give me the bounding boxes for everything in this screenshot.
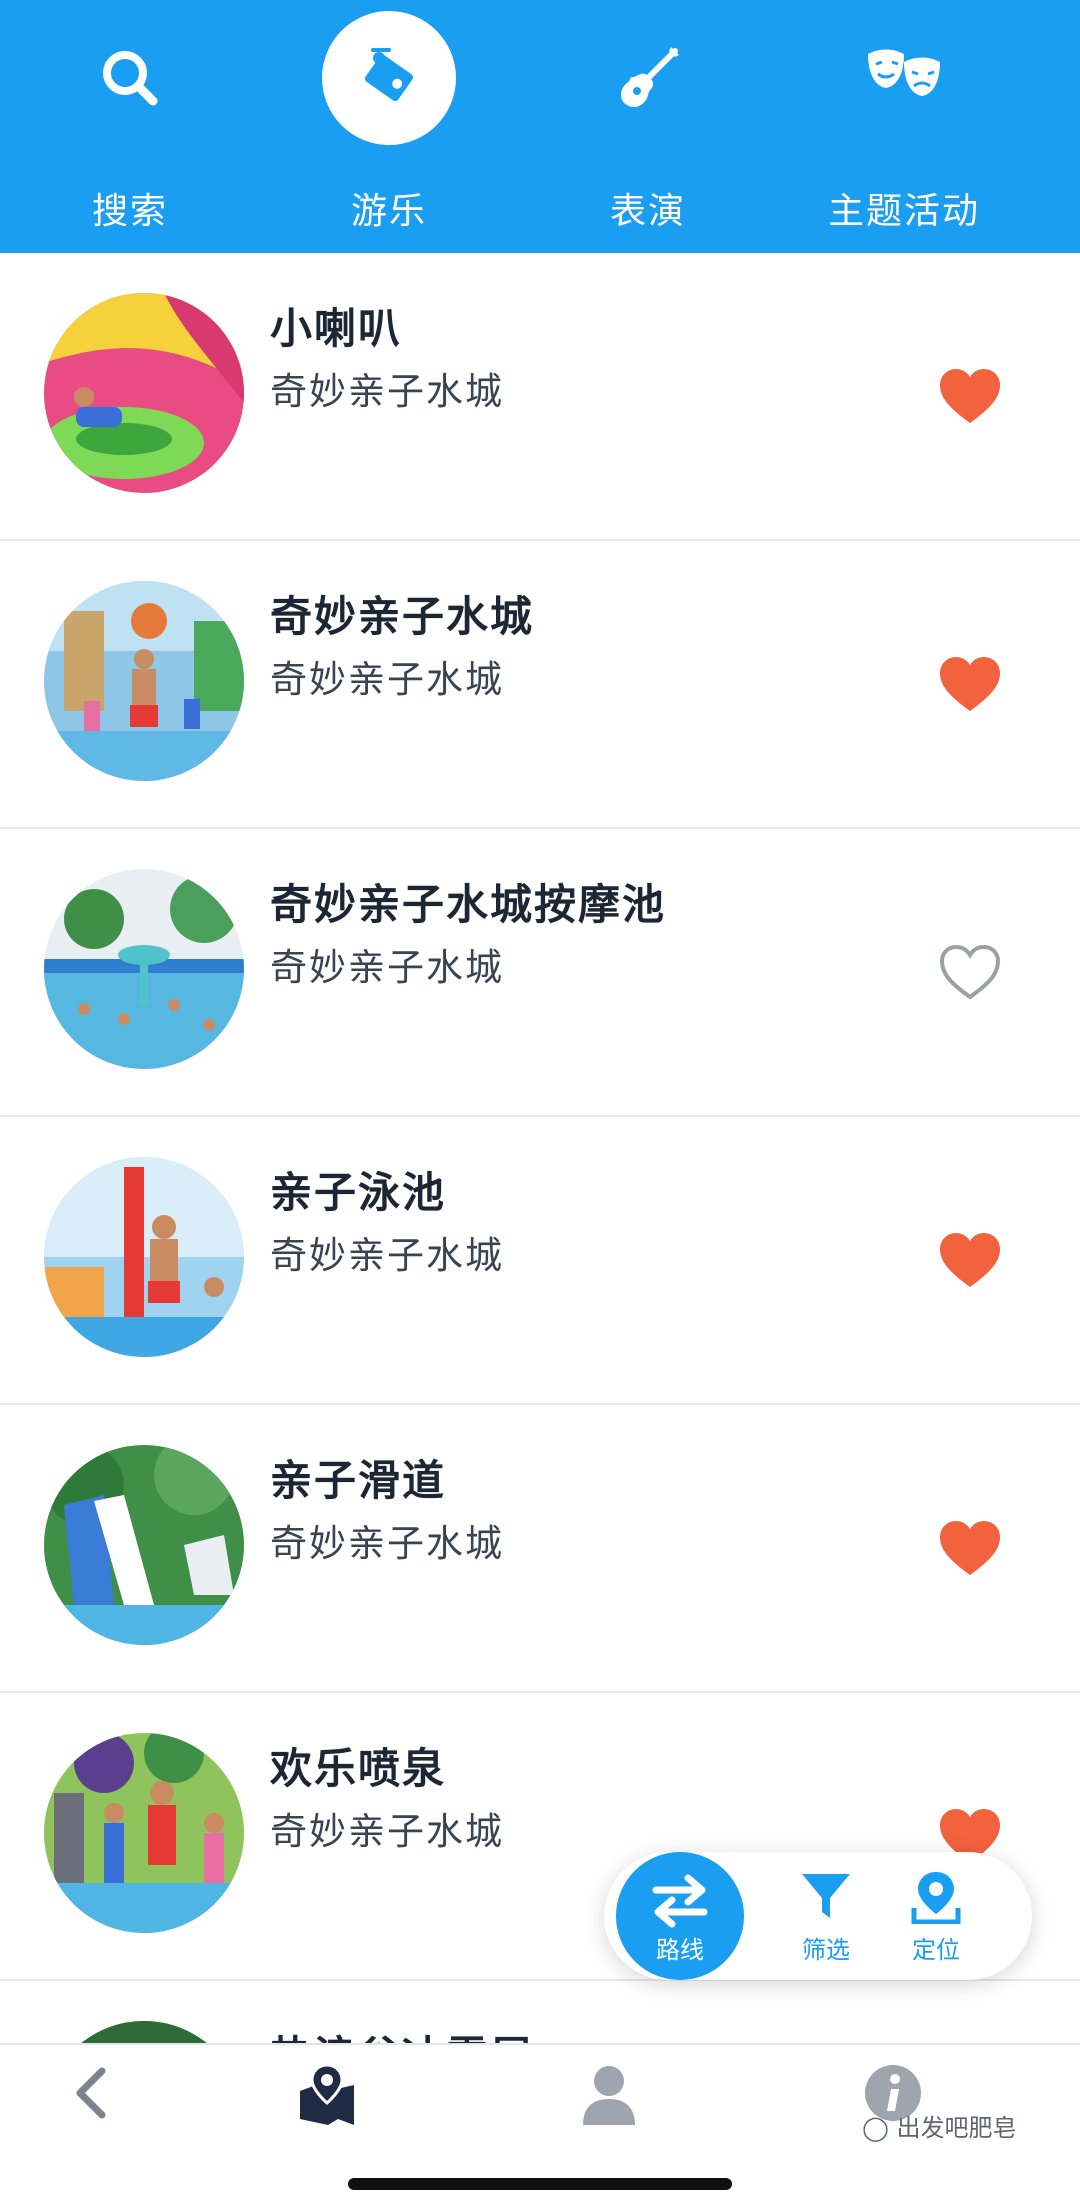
route-swap-icon: [652, 1874, 708, 1928]
wechat-icon: ◯: [862, 2114, 889, 2142]
chevron-left-icon: [76, 2067, 106, 2119]
ride-tag-icon: [365, 48, 413, 102]
list-item[interactable]: 奇妙亲子水城按摩池 奇妙亲子水城: [0, 829, 1080, 1117]
list-item[interactable]: 亲子滑道 奇妙亲子水城: [0, 1405, 1080, 1693]
user-icon: [583, 2066, 635, 2125]
attraction-area: 奇妙亲子水城: [270, 946, 504, 989]
route-button[interactable]: 路线: [616, 1852, 744, 1980]
search-icon: [103, 51, 158, 106]
attraction-area: 奇妙亲子水城: [270, 1810, 504, 1853]
favorite-heart-icon[interactable]: [938, 655, 1002, 715]
tab-map[interactable]: [272, 2063, 382, 2143]
list-item[interactable]: 小喇叭 奇妙亲子水城: [0, 253, 1080, 541]
theater-masks-icon: [868, 49, 940, 96]
tab-rides-label: 游乐: [350, 191, 427, 232]
tab-rides[interactable]: 游乐: [259, 0, 519, 253]
attraction-area: 奇妙亲子水城: [270, 370, 504, 413]
watermark-label: 出发吧肥皂: [896, 2114, 1017, 2142]
tab-theme-events-label: 主题活动: [827, 191, 980, 232]
attraction-title: 奇妙亲子水城: [270, 592, 535, 641]
favorite-heart-icon[interactable]: [938, 367, 1002, 427]
favorite-heart-icon[interactable]: [938, 1231, 1002, 1291]
home-indicator[interactable]: [348, 2178, 732, 2190]
attraction-area: 奇妙亲子水城: [270, 1522, 504, 1565]
favorite-heart-icon[interactable]: [938, 1519, 1002, 1579]
location-pin-icon: [911, 1872, 961, 1924]
attraction-area: 奇妙亲子水城: [270, 1234, 504, 1277]
attraction-thumbnail: [44, 1157, 244, 1357]
tab-profile[interactable]: [554, 2063, 664, 2143]
list-item[interactable]: 亲子泳池 奇妙亲子水城: [0, 1117, 1080, 1405]
attraction-thumbnail: [44, 869, 244, 1069]
attraction-title: 亲子泳池: [270, 1168, 447, 1217]
list-item[interactable]: 奇妙亲子水城 奇妙亲子水城: [0, 541, 1080, 829]
attraction-title: 欢乐喷泉: [270, 1744, 447, 1793]
guitar-icon: [621, 47, 679, 108]
locate-button[interactable]: 定位: [886, 1870, 986, 1970]
attraction-thumbnail: [44, 293, 244, 493]
tab-search[interactable]: 搜索: [0, 0, 260, 253]
attraction-area: 奇妙亲子水城: [270, 658, 504, 701]
map-pin-icon: [300, 2063, 354, 2125]
attraction-title: 奇妙亲子水城按摩池: [270, 880, 667, 929]
attraction-thumbnail: [44, 1445, 244, 1645]
attraction-title: 亲子滑道: [270, 1456, 447, 1505]
attraction-title: 热浪谷冰雪屋: [270, 2023, 534, 2043]
tab-shows[interactable]: 表演: [518, 0, 778, 253]
filter-button-label: 筛选: [802, 1936, 850, 1964]
list-item[interactable]: 热浪谷冰雪屋: [0, 1981, 1080, 2043]
top-navigation: 搜索 游乐 表演 主题活动: [0, 0, 1080, 253]
route-button-label: 路线: [656, 1936, 704, 1964]
attraction-list: 小喇叭 奇妙亲子水城 奇妙亲子水城 奇妙亲子水城 奇妙亲子水城按摩池 奇妙亲子水…: [0, 253, 1080, 2043]
locate-button-label: 定位: [912, 1936, 960, 1964]
tab-shows-label: 表演: [609, 191, 686, 232]
back-button[interactable]: [36, 2063, 146, 2143]
filter-button[interactable]: 筛选: [776, 1870, 876, 1970]
attraction-title: 小喇叭: [270, 304, 403, 353]
attraction-thumbnail: [44, 581, 244, 781]
tab-theme-events[interactable]: 主题活动: [774, 0, 1034, 253]
filter-funnel-icon: [802, 1874, 850, 1918]
favorite-heart-outline-icon[interactable]: [938, 943, 1002, 1003]
attraction-thumbnail: [44, 2021, 244, 2043]
attraction-thumbnail: [44, 1733, 244, 1933]
watermark-text: ◯ 出发吧肥皂: [862, 2108, 1017, 2143]
tab-search-label: 搜索: [91, 191, 168, 232]
